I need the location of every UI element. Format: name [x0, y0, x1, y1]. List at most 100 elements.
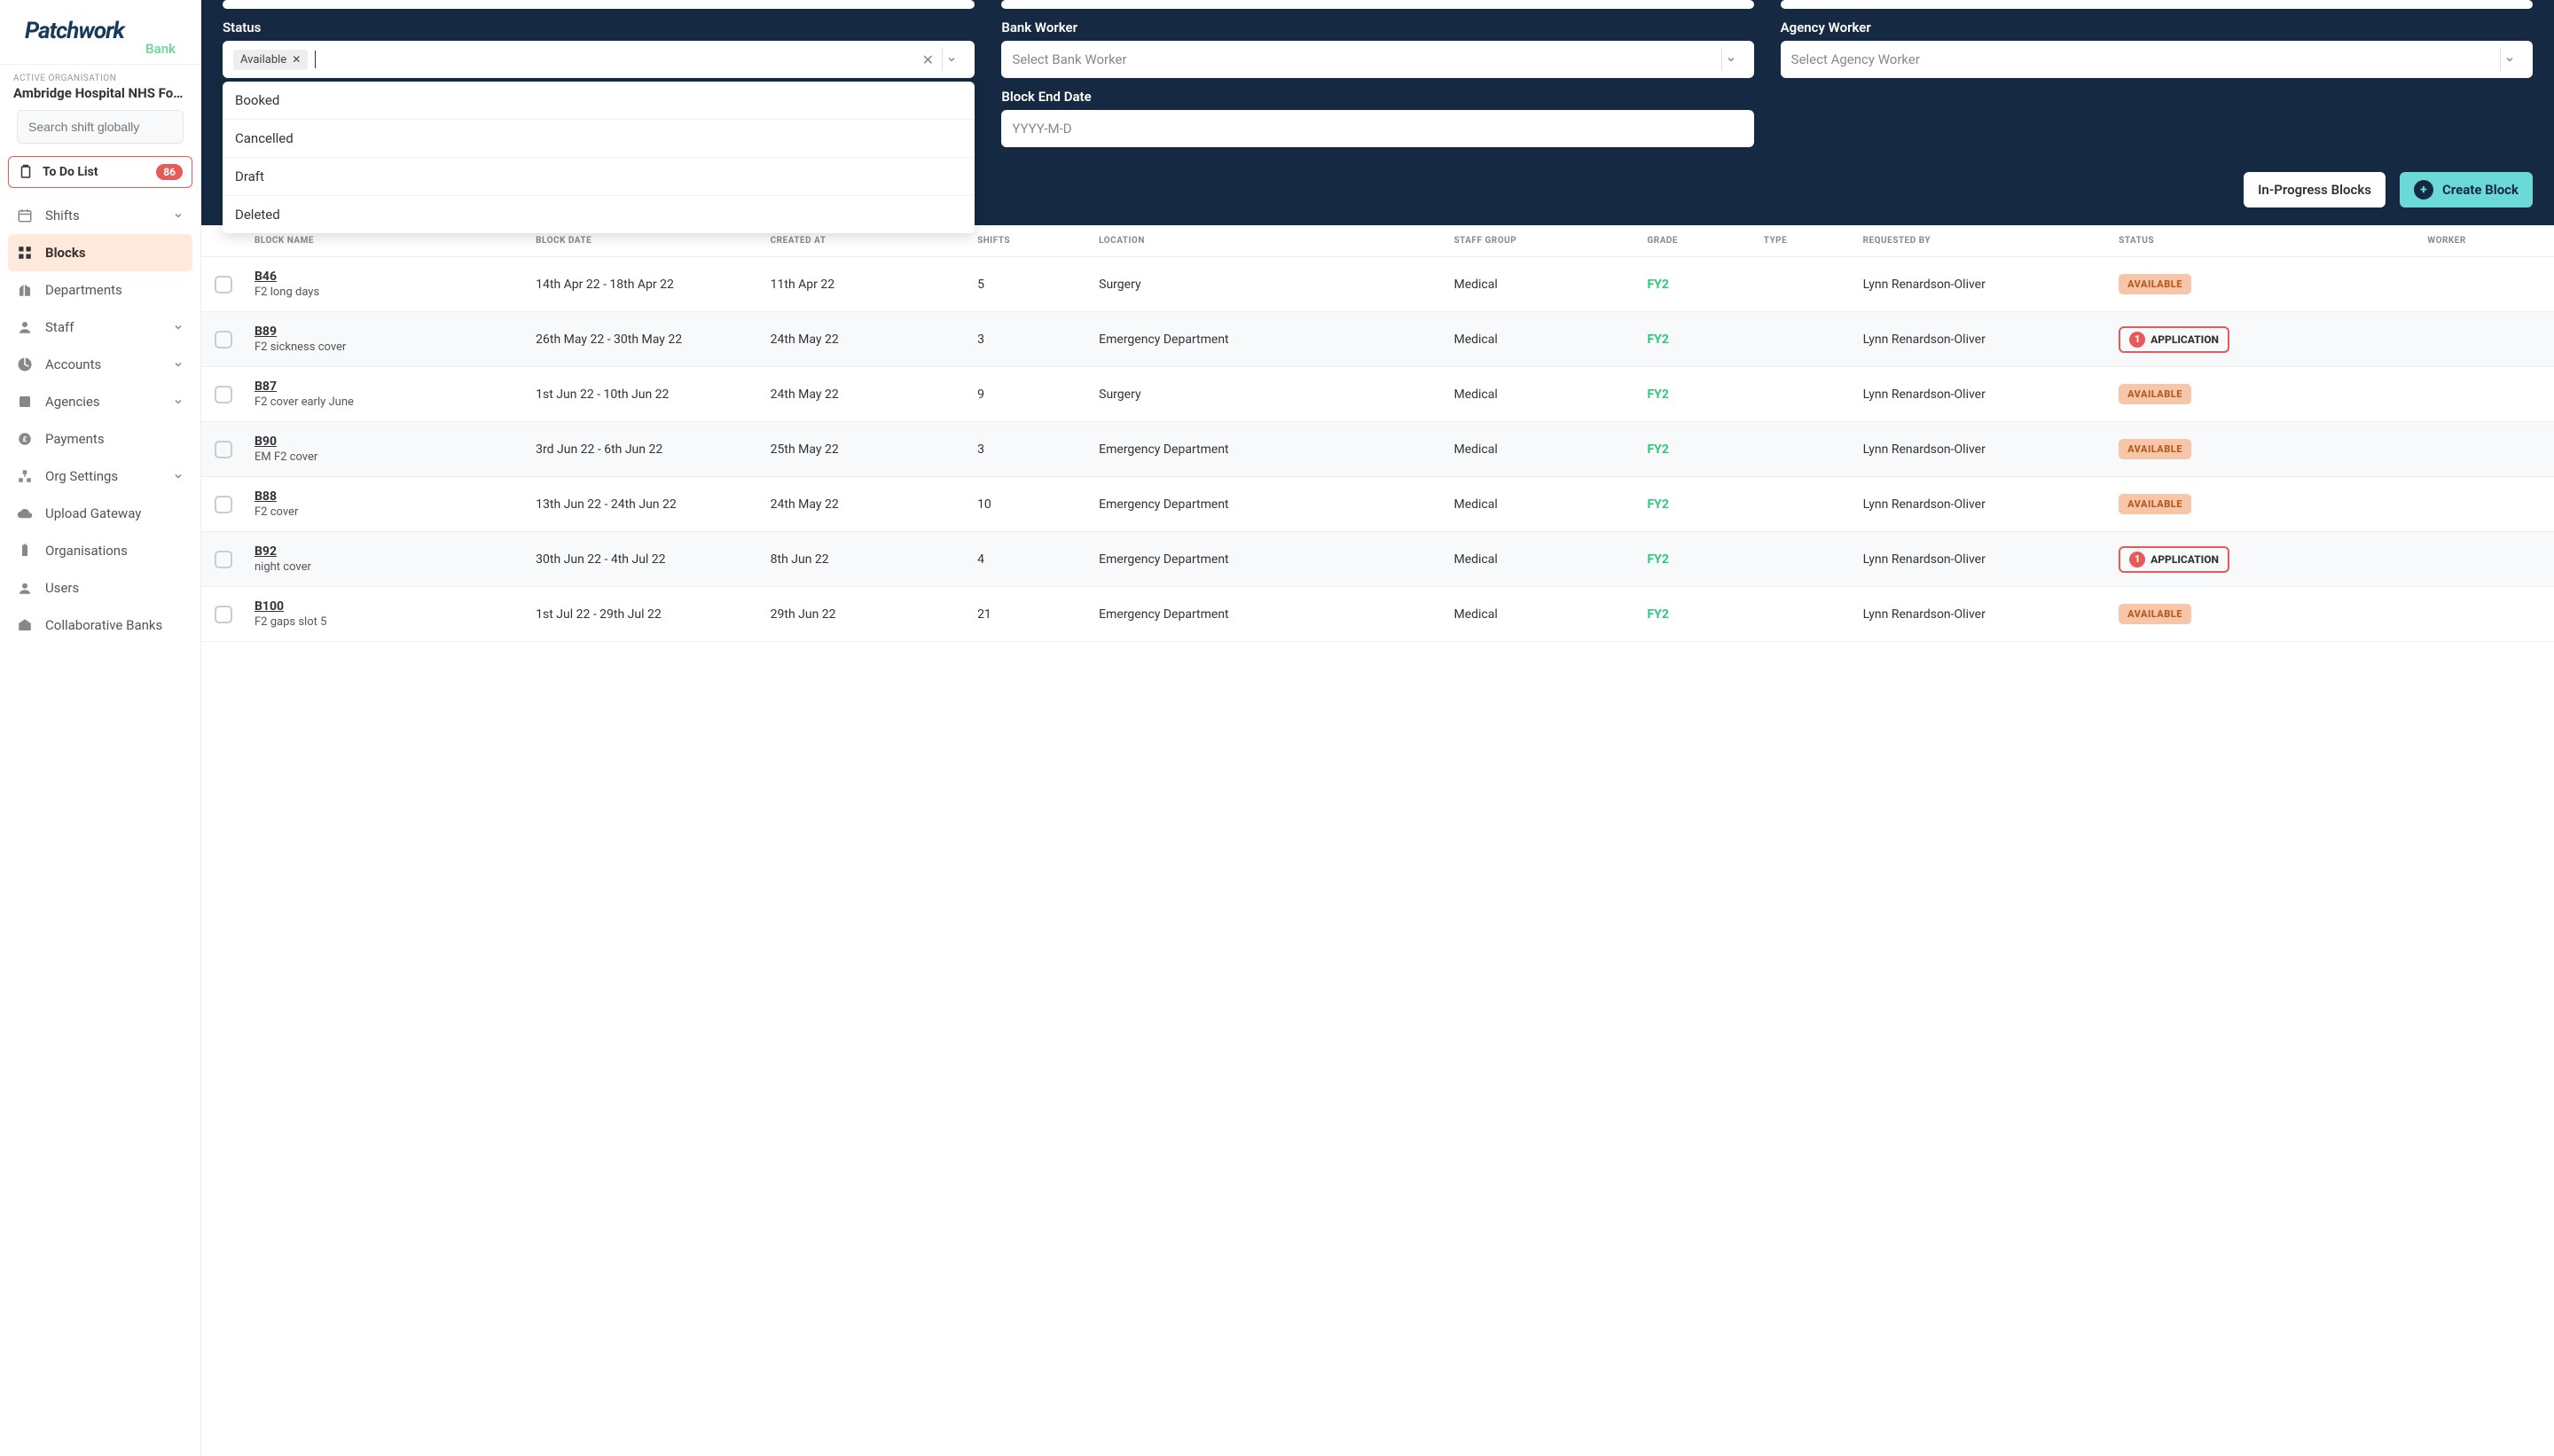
cell-grade: FY2 — [1638, 587, 1754, 642]
nav-icon — [17, 543, 33, 559]
todo-list-item[interactable]: To Do List 86 — [8, 156, 192, 188]
clipboard-icon — [18, 164, 34, 180]
date-placeholder: YYYY-M-D — [1012, 121, 1071, 137]
row-checkbox[interactable] — [215, 331, 232, 348]
row-checkbox[interactable] — [215, 496, 232, 513]
sidebar-item-payments[interactable]: £Payments — [8, 420, 192, 458]
col-grade[interactable]: GRADE — [1638, 225, 1754, 257]
bank-worker-select[interactable]: Select Bank Worker — [1001, 41, 1753, 78]
filter-box-cropped[interactable] — [1001, 0, 1753, 9]
status-badge-available: AVAILABLE — [2119, 384, 2191, 404]
sidebar-item-agencies[interactable]: Agencies — [8, 383, 192, 420]
cell-worker — [2418, 477, 2554, 532]
cell-staff-group: Medical — [1445, 532, 1638, 587]
row-checkbox[interactable] — [215, 276, 232, 294]
sidebar-item-users[interactable]: Users — [8, 569, 192, 607]
status-option-cancelled[interactable]: Cancelled — [223, 120, 975, 158]
sidebar-item-organisations[interactable]: Organisations — [8, 532, 192, 569]
clear-select-icon[interactable]: ✕ — [917, 51, 938, 68]
sidebar-item-departments[interactable]: Departments — [8, 271, 192, 309]
status-dropdown: BookedCancelledDraftDeleted — [223, 82, 975, 233]
table-row[interactable]: B88F2 cover13th Jun 22 - 24th Jun 2224th… — [201, 477, 2554, 532]
block-subtitle: F2 long days — [255, 286, 518, 299]
block-id-link[interactable]: B100 — [255, 599, 518, 614]
block-id-link[interactable]: B92 — [255, 544, 518, 559]
status-badge-application[interactable]: 1APPLICATION — [2119, 546, 2229, 573]
cell-type — [1755, 367, 1854, 422]
col-location[interactable]: LOCATION — [1090, 225, 1445, 257]
sidebar-item-label: Departments — [45, 282, 122, 298]
row-checkbox[interactable] — [215, 441, 232, 458]
sidebar-item-label: Collaborative Banks — [45, 617, 162, 633]
status-badge-application[interactable]: 1APPLICATION — [2119, 326, 2229, 353]
org-name[interactable]: Ambridge Hospital NHS Foun... — [9, 83, 192, 110]
status-tag-available[interactable]: Available ✕ — [233, 50, 308, 70]
block-subtitle: F2 gaps slot 5 — [255, 615, 518, 629]
cell-shifts: 9 — [968, 367, 1090, 422]
block-id-link[interactable]: B46 — [255, 270, 518, 284]
row-checkbox[interactable] — [215, 606, 232, 623]
table-row[interactable]: B92night cover30th Jun 22 - 4th Jul 228t… — [201, 532, 2554, 587]
sidebar-item-label: Agencies — [45, 394, 100, 410]
status-badge-available: AVAILABLE — [2119, 494, 2191, 514]
chevron-down-icon — [173, 396, 184, 407]
row-checkbox[interactable] — [215, 386, 232, 403]
cell-status: AVAILABLE — [2110, 587, 2418, 642]
col-requested-by[interactable]: REQUESTED BY — [1854, 225, 2111, 257]
table-row[interactable]: B46 F2 long days 14th Apr 22 - 18th Apr 22… — [201, 257, 2554, 312]
sidebar-item-label: Blocks — [45, 245, 86, 261]
chevron-down-icon[interactable] — [2504, 54, 2526, 65]
sidebar-item-blocks[interactable]: Blocks — [8, 234, 192, 271]
cell-block-date: 14th Apr 22 - 18th Apr 22 — [527, 257, 761, 312]
sidebar-item-label: Shifts — [45, 207, 80, 223]
filter-box-cropped[interactable] — [1781, 0, 2533, 9]
cell-location: Emergency Department — [1090, 532, 1445, 587]
sidebar-item-collaborative-banks[interactable]: Collaborative Banks — [8, 607, 192, 644]
cell-shifts: 21 — [968, 587, 1090, 642]
in-progress-blocks-button[interactable]: In-Progress Blocks — [2244, 172, 2386, 207]
table-row[interactable]: B90EM F2 cover3rd Jun 22 - 6th Jun 2225t… — [201, 422, 2554, 477]
block-id-link[interactable]: B88 — [255, 489, 518, 504]
in-progress-label: In-Progress Blocks — [2258, 182, 2371, 198]
chevron-down-icon[interactable] — [1726, 54, 1747, 65]
cell-location: Emergency Department — [1090, 587, 1445, 642]
remove-tag-icon[interactable]: ✕ — [292, 53, 301, 66]
chevron-down-icon[interactable] — [946, 54, 968, 65]
status-option-draft[interactable]: Draft — [223, 158, 975, 196]
col-type[interactable]: TYPE — [1755, 225, 1854, 257]
block-id-link[interactable]: B90 — [255, 434, 518, 449]
separator — [2500, 48, 2501, 71]
col-status[interactable]: STATUS — [2110, 225, 2418, 257]
status-select[interactable]: Available ✕ ✕ BookedCancelledDraftDelete… — [223, 41, 975, 78]
sidebar-item-label: Org Settings — [45, 468, 118, 484]
block-end-date-input[interactable]: YYYY-M-D — [1001, 110, 1753, 147]
cell-requested-by: Lynn Renardson-Oliver — [1854, 312, 2111, 367]
row-checkbox[interactable] — [215, 551, 232, 568]
col-worker[interactable]: WORKER — [2418, 225, 2554, 257]
nav-icon — [17, 207, 33, 223]
create-block-button[interactable]: + Create Block — [2400, 172, 2533, 207]
cell-location: Emergency Department — [1090, 422, 1445, 477]
block-id-link[interactable]: B87 — [255, 380, 518, 394]
blocks-table-wrap: BLOCK NAME BLOCK DATE CREATED AT SHIFTS … — [201, 225, 2554, 1456]
sidebar-item-staff[interactable]: Staff — [8, 309, 192, 346]
search-shift-input[interactable] — [17, 110, 184, 144]
todo-count-badge: 86 — [156, 164, 183, 180]
col-staff-group[interactable]: STAFF GROUP — [1445, 225, 1638, 257]
sidebar-item-upload-gateway[interactable]: Upload Gateway — [8, 495, 192, 532]
col-shifts[interactable]: SHIFTS — [968, 225, 1090, 257]
agency-worker-select[interactable]: Select Agency Worker — [1781, 41, 2533, 78]
sidebar-item-org-settings[interactable]: Org Settings — [8, 458, 192, 495]
nav-icon — [17, 356, 33, 372]
status-option-deleted[interactable]: Deleted — [223, 196, 975, 233]
table-row[interactable]: B89F2 sickness cover26th May 22 - 30th M… — [201, 312, 2554, 367]
table-row[interactable]: B87F2 cover early June1st Jun 22 - 10th … — [201, 367, 2554, 422]
sidebar-item-shifts[interactable]: Shifts — [8, 197, 192, 234]
status-option-booked[interactable]: Booked — [223, 82, 975, 120]
table-row[interactable]: B100F2 gaps slot 51st Jul 22 - 29th Jul … — [201, 587, 2554, 642]
cell-staff-group: Medical — [1445, 422, 1638, 477]
block-id-link[interactable]: B89 — [255, 325, 518, 339]
sidebar-item-accounts[interactable]: Accounts — [8, 346, 192, 383]
filter-box-cropped[interactable] — [223, 0, 975, 9]
nav-icon — [17, 282, 33, 298]
